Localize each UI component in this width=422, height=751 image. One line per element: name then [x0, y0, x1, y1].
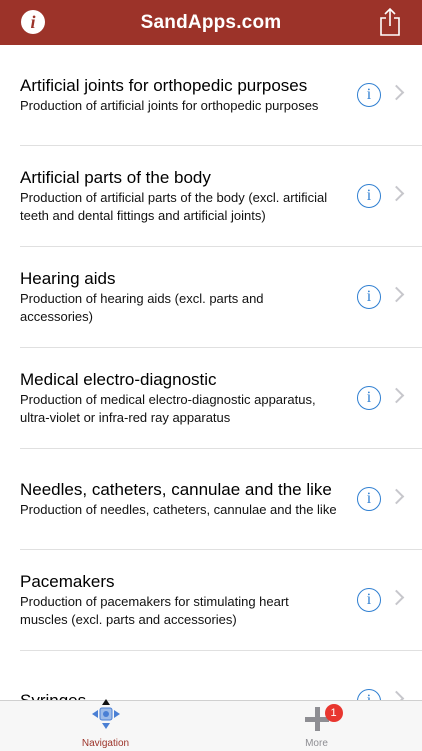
chevron-right-icon: [388, 286, 405, 303]
item-subtitle: Production of artificial joints for orth…: [20, 98, 319, 113]
info-button[interactable]: i: [21, 10, 45, 34]
navigation-icon: [91, 699, 120, 729]
info-circle-icon[interactable]: i: [357, 386, 381, 410]
item-title: Syringes: [20, 690, 340, 700]
list-item[interactable]: Medical electro-diagnostic Production of…: [20, 348, 422, 449]
item-subtitle: Production of needles, catheters, cannul…: [20, 502, 337, 517]
tab-label: Navigation: [81, 738, 130, 749]
tab-more[interactable]: 1 More: [211, 701, 422, 751]
item-subtitle: Production of medical electro-diagnostic…: [20, 392, 316, 425]
info-circle-icon[interactable]: i: [357, 588, 381, 612]
list-item[interactable]: Hearing aids Production of hearing aids …: [20, 247, 422, 348]
item-subtitle: Production of hearing aids (excl. parts …: [20, 291, 264, 324]
chevron-right-icon: [388, 488, 405, 505]
item-title: Medical electro-diagnostic: [20, 370, 217, 389]
navigation-bar: i SandApps.com: [0, 0, 422, 45]
info-icon: i: [30, 12, 36, 32]
list-item[interactable]: Needles, catheters, cannulae and the lik…: [20, 449, 422, 550]
chevron-right-icon: [388, 387, 405, 404]
chevron-right-icon: [388, 589, 405, 606]
chevron-right-icon: [388, 690, 405, 700]
share-icon: [380, 7, 400, 36]
item-list: Artificial joints for orthopedic purpose…: [0, 45, 422, 700]
info-circle-icon[interactable]: i: [357, 184, 381, 208]
item-title: Hearing aids: [20, 269, 116, 288]
chevron-right-icon: [388, 185, 405, 202]
notification-badge: 1: [324, 704, 343, 722]
list-item[interactable]: Artificial parts of the body Production …: [20, 146, 422, 247]
item-title: Artificial joints for orthopedic purpose…: [20, 76, 308, 95]
share-button[interactable]: [378, 7, 402, 37]
info-circle-icon[interactable]: i: [357, 83, 381, 107]
list-item[interactable]: Pacemakers Production of pacemakers for …: [20, 550, 422, 651]
chevron-right-icon: [388, 84, 405, 101]
app-title: SandApps.com: [140, 11, 282, 33]
list-item[interactable]: Artificial joints for orthopedic purpose…: [20, 45, 422, 146]
tab-bar: Navigation 1 More: [0, 699, 422, 751]
item-title: Pacemakers: [20, 572, 115, 591]
info-circle-icon[interactable]: i: [357, 487, 381, 511]
tab-navigation[interactable]: Navigation: [0, 699, 211, 751]
tab-label: More: [305, 738, 328, 749]
list-item[interactable]: Syringes i: [20, 651, 422, 700]
item-subtitle: Production of artificial parts of the bo…: [20, 190, 328, 223]
item-title: Artificial parts of the body: [20, 168, 211, 187]
item-subtitle: Production of pacemakers for stimulating…: [20, 594, 289, 627]
info-circle-icon[interactable]: i: [357, 689, 381, 700]
item-title: Needles, catheters, cannulae and the lik…: [20, 480, 332, 499]
info-circle-icon[interactable]: i: [357, 285, 381, 309]
